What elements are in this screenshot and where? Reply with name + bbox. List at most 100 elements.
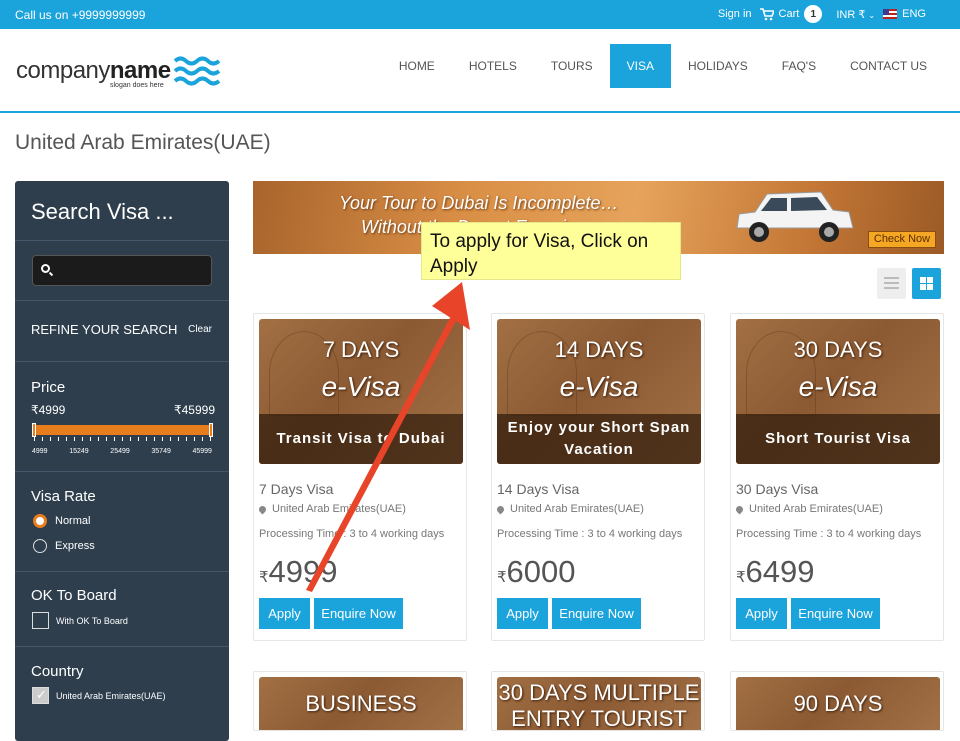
slider-min-handle[interactable] (32, 423, 36, 437)
radio-button-selected[interactable] (33, 514, 47, 528)
top-bar: Call us on +9999999999 Sign in Cart 1 IN… (0, 0, 960, 29)
nav-tours[interactable]: TOURS (534, 44, 610, 88)
ok-to-board-option[interactable]: With OK To Board (32, 612, 128, 629)
processing-time: Processing Time : 3 to 4 working days (497, 528, 683, 540)
currency-symbol: ₹ (259, 569, 269, 586)
visa-card-image[interactable]: 90 DAYS (736, 677, 940, 730)
main-nav: HOME HOTELS TOURS VISA HOLIDAYS FAQ'S CO… (382, 44, 944, 88)
currency-dropdown[interactable]: INR ₹ ⌄ (836, 8, 875, 21)
clear-filters-link[interactable]: Clear (188, 324, 212, 335)
divider (15, 240, 229, 241)
logo[interactable]: companyname (16, 57, 171, 85)
logo-word-1: company (16, 57, 110, 84)
radio-button[interactable] (33, 539, 47, 553)
visa-name[interactable]: 30 Days Visa (736, 481, 818, 497)
enquire-now-button[interactable]: Enquire Now (791, 598, 880, 629)
logo-word-2: name (109, 57, 171, 84)
price-scale-tick: 25499 (110, 448, 130, 455)
card-image-caption: Enjoy your Short Span Vacation (497, 414, 701, 464)
location-text: United Arab Emirates(UAE) (272, 503, 406, 515)
visa-card: 7 DAYS e-Visa Transit Visa to Dubai 7 Da… (253, 313, 467, 641)
visa-search-box[interactable] (32, 255, 212, 286)
currency-symbol: ₹ (497, 569, 507, 586)
price-range-slider[interactable] (32, 423, 213, 441)
nav-faqs[interactable]: FAQ'S (765, 44, 833, 88)
nav-contact-us[interactable]: CONTACT US (833, 44, 944, 88)
waves-logo-icon (174, 56, 220, 86)
visa-card: BUSINESS (253, 671, 467, 731)
chevron-down-icon: ⌄ (868, 10, 876, 20)
visa-name[interactable]: 7 Days Visa (259, 481, 333, 497)
visa-price: ₹4999 (259, 554, 338, 590)
location-text: United Arab Emirates(UAE) (749, 503, 883, 515)
cart-link[interactable]: Cart 1 (759, 5, 823, 23)
visa-card-image[interactable]: 14 DAYS e-Visa Enjoy your Short Span Vac… (497, 319, 701, 464)
language-label: ENG (902, 8, 926, 20)
cart-count-badge: 1 (804, 5, 823, 23)
price-max-value: ₹45999 (173, 403, 215, 417)
card-image-title: BUSINESS (305, 691, 417, 716)
slider-max-handle[interactable] (209, 423, 213, 437)
instruction-callout: To apply for Visa, Click on Apply (421, 222, 681, 280)
processing-time: Processing Time : 3 to 4 working days (736, 528, 922, 540)
checkbox[interactable] (32, 612, 49, 629)
divider (15, 646, 229, 647)
visa-price: ₹6499 (736, 554, 815, 590)
visa-card: 14 DAYS e-Visa Enjoy your Short Span Vac… (491, 313, 705, 641)
language-dropdown[interactable]: ENG (883, 8, 926, 20)
apply-button[interactable]: Apply (736, 598, 787, 629)
grid-view-button[interactable] (912, 268, 941, 299)
visa-name[interactable]: 14 Days Visa (497, 481, 579, 497)
checkbox-checked[interactable] (32, 687, 49, 704)
visa-rate-label: Visa Rate (31, 488, 96, 505)
visa-location: United Arab Emirates(UAE) (257, 503, 406, 515)
price-scale-tick: 35749 (151, 448, 171, 455)
country-uae-option[interactable]: United Arab Emirates(UAE) (32, 687, 166, 704)
visa-location: United Arab Emirates(UAE) (734, 503, 883, 515)
nav-home[interactable]: HOME (382, 44, 452, 88)
card-image-caption: Short Tourist Visa (736, 414, 940, 464)
refine-search-label: REFINE YOUR SEARCH (31, 322, 178, 337)
visa-card: 90 DAYS (730, 671, 944, 731)
search-sidebar: Search Visa ... REFINE YOUR SEARCH Clear… (15, 181, 229, 741)
card-image-subtitle: e-Visa (321, 371, 401, 402)
visa-card: 30 DAYS MULTIPLE ENTRY TOURIST (491, 671, 705, 731)
visa-card-image[interactable]: 7 DAYS e-Visa Transit Visa to Dubai (259, 319, 463, 464)
processing-time: Processing Time : 3 to 4 working days (259, 528, 445, 540)
card-image-title: 30 DAYS MULTIPLE ENTRY TOURIST (498, 680, 700, 731)
check-now-button[interactable]: Check Now (868, 231, 936, 248)
visa-price: ₹6000 (497, 554, 576, 590)
divider (15, 571, 229, 572)
search-icon (41, 264, 50, 273)
nav-hotels[interactable]: HOTELS (452, 44, 534, 88)
flag-icon (883, 9, 898, 20)
banner-line-1: Your Tour to Dubai Is Incomplete… (339, 193, 619, 213)
enquire-now-button[interactable]: Enquire Now (552, 598, 641, 629)
list-view-button[interactable] (877, 268, 906, 299)
apply-button[interactable]: Apply (259, 598, 310, 629)
currency-symbol: ₹ (736, 569, 746, 586)
enquire-now-button[interactable]: Enquire Now (314, 598, 403, 629)
price-min-value: ₹4999 (31, 403, 66, 417)
visa-card-image[interactable]: 30 DAYS MULTIPLE ENTRY TOURIST (497, 677, 701, 731)
visa-search-input[interactable] (57, 260, 207, 282)
location-pin-icon (257, 504, 268, 514)
nav-visa[interactable]: VISA (609, 44, 671, 88)
price-value: 6000 (506, 554, 576, 589)
visa-card-image[interactable]: 30 DAYS e-Visa Short Tourist Visa (736, 319, 940, 464)
visa-rate-normal-option[interactable]: Normal (33, 514, 90, 528)
divider (15, 361, 229, 362)
apply-button[interactable]: Apply (497, 598, 548, 629)
card-image-subtitle: e-Visa (559, 371, 639, 402)
radio-label: Normal (55, 515, 91, 527)
location-pin-icon (495, 504, 506, 514)
sidebar-title: Search Visa ... (31, 199, 174, 224)
checkbox-label: United Arab Emirates(UAE) (56, 690, 166, 701)
visa-rate-express-option[interactable]: Express (33, 539, 95, 553)
location-text: United Arab Emirates(UAE) (510, 503, 644, 515)
suv-car-icon (736, 191, 854, 242)
visa-card-image[interactable]: BUSINESS (259, 677, 463, 730)
nav-holidays[interactable]: HOLIDAYS (671, 44, 765, 88)
sign-in-link[interactable]: Sign in (718, 8, 752, 20)
price-value: 4999 (268, 554, 338, 589)
